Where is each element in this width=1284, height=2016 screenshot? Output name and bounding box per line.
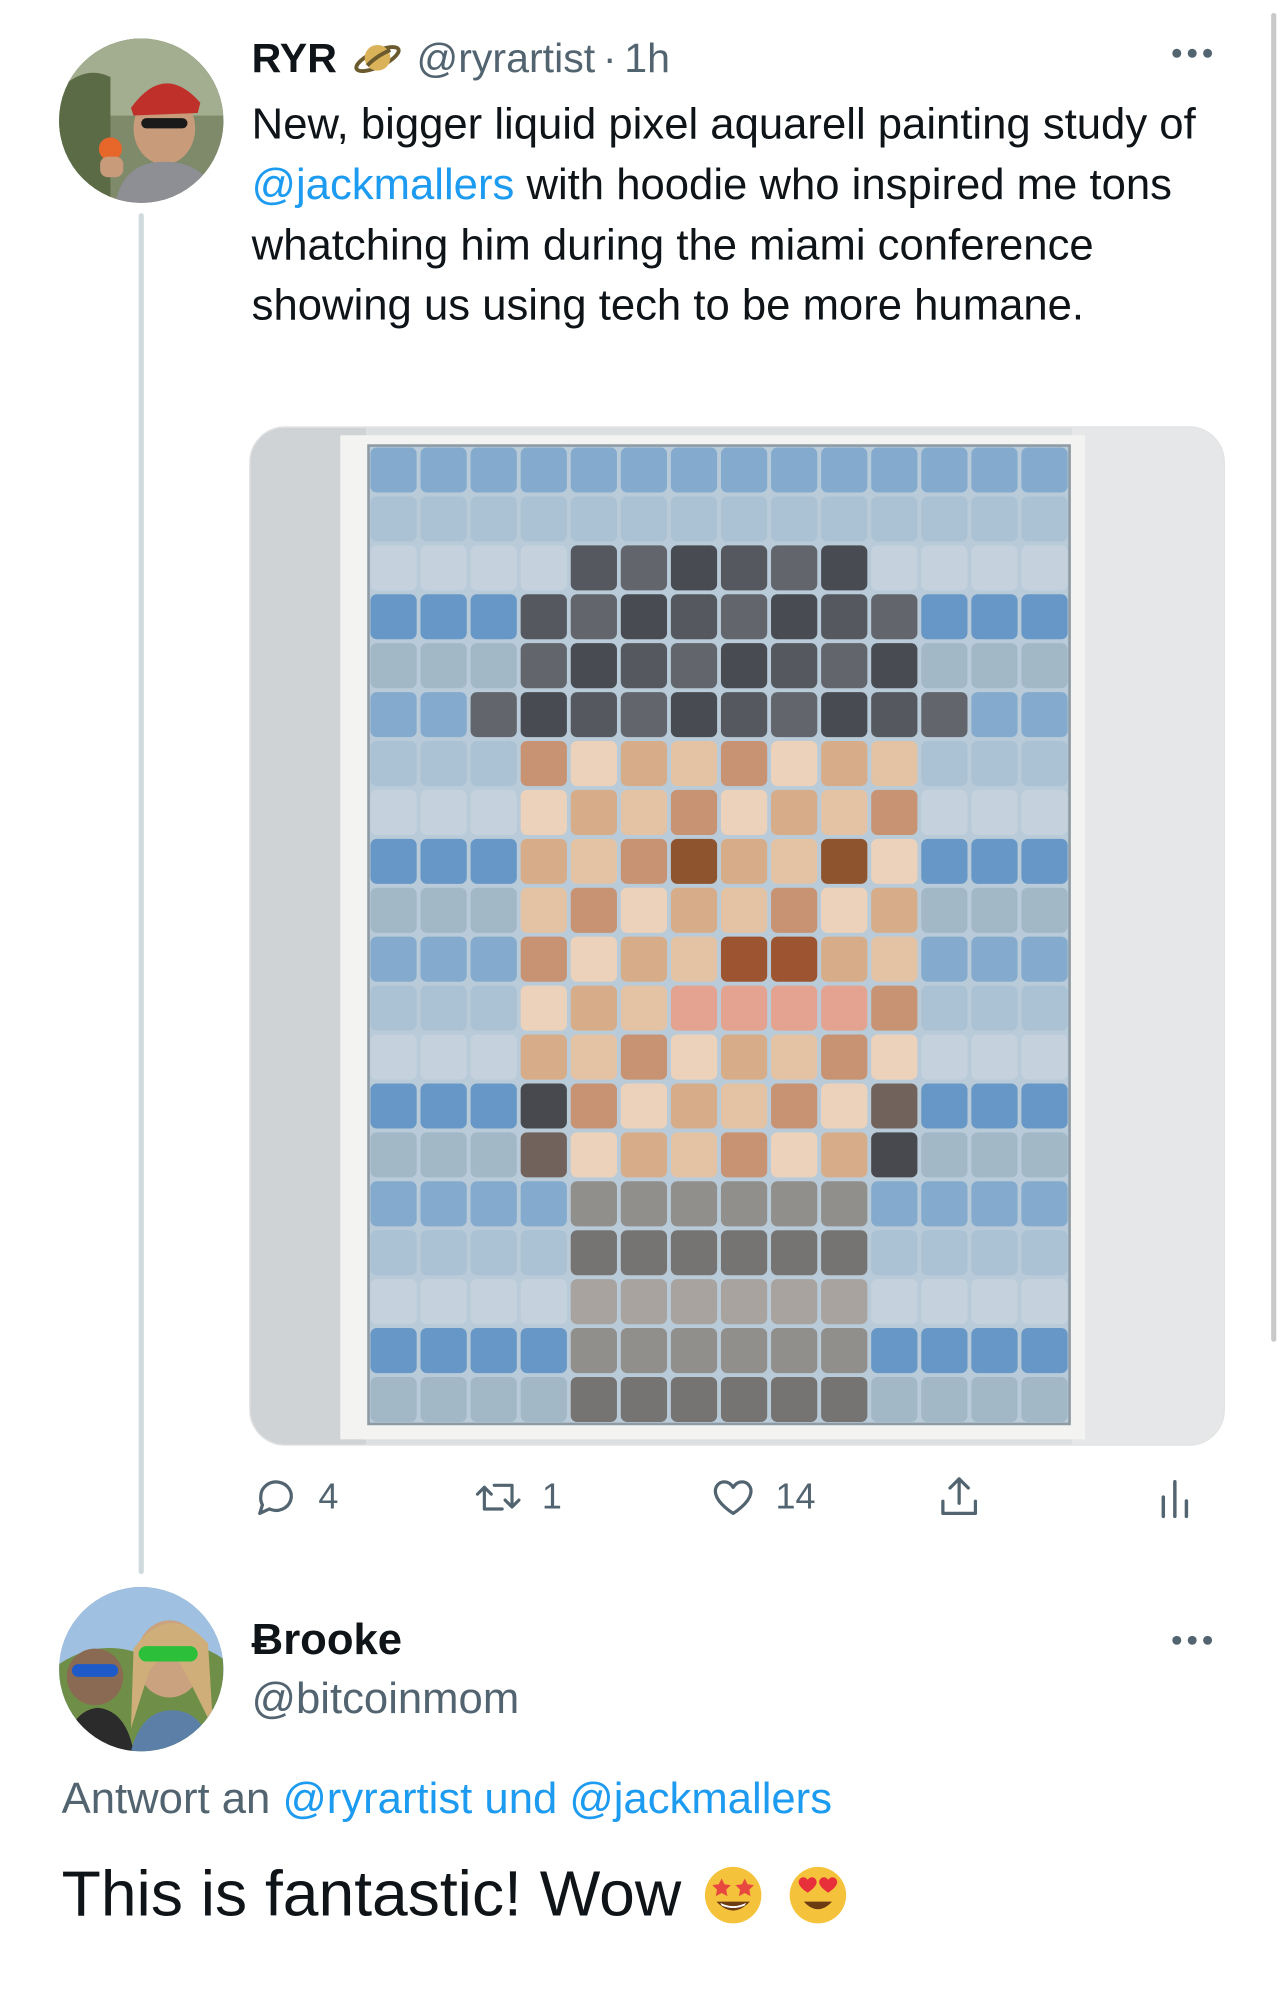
more-options-icon[interactable] [1167, 41, 1217, 65]
retweet-icon [475, 1483, 521, 1511]
replying-to-prefix: Antwort an [61, 1774, 283, 1824]
separator-dot: · [602, 34, 617, 81]
retweet-button[interactable]: 1 [473, 1471, 562, 1522]
author-avatar[interactable] [59, 38, 224, 203]
reply-button[interactable]: 4 [252, 1471, 339, 1522]
reply-count: 4 [318, 1476, 339, 1517]
share-icon [941, 1477, 978, 1516]
reply-icon [258, 1480, 293, 1516]
tweet-timestamp[interactable]: 1h [624, 34, 670, 82]
replying-to-mention-ryrartist[interactable]: @ryrartist [282, 1774, 472, 1823]
tweet-text-before: New, bigger liquid pixel aquarell painti… [251, 100, 1196, 149]
like-button[interactable]: 14 [709, 1471, 816, 1522]
author-name[interactable]: RYR [252, 34, 337, 82]
tweet-text: New, bigger liquid pixel aquarell painti… [252, 95, 1228, 336]
reply-text-body: This is fantastic! Wow [61, 1857, 682, 1930]
share-button[interactable] [935, 1471, 984, 1522]
tweet-header: RYR @ryrartist · 1h [252, 28, 670, 87]
scrollbar[interactable] [1271, 12, 1277, 1342]
star-struck-emoji-icon [699, 1861, 766, 1928]
thread-line [138, 213, 144, 1575]
analytics-button[interactable] [1156, 1471, 1195, 1522]
replying-to-line: Antwort an @ryrartist und @jackmallers [62, 1774, 832, 1824]
retweet-count: 1 [541, 1476, 562, 1517]
pixel-watercolor-portrait-image [250, 427, 1224, 1445]
ringed-planet-icon [352, 32, 403, 83]
like-count: 14 [775, 1476, 816, 1517]
tweet-media-image[interactable] [249, 426, 1225, 1446]
reply-author-name[interactable]: Ƀrooke [252, 1615, 402, 1665]
replying-to-mention-jackmallers[interactable]: @jackmallers [569, 1774, 832, 1823]
author-handle[interactable]: @ryrartist [416, 34, 595, 82]
reply-author-handle[interactable]: @bitcoinmom [252, 1674, 520, 1724]
reply-more-options-icon[interactable] [1167, 1628, 1217, 1652]
replying-to-joiner: und [472, 1774, 570, 1824]
analytics-icon [1161, 1480, 1189, 1519]
heart-icon [713, 1480, 753, 1516]
reply-text: This is fantastic! Wow [62, 1857, 851, 1931]
screen: RYR @ryrartist · 1h New, bigger liquid p… [0, 0, 1284, 2016]
mention-link[interactable]: @jackmallers [252, 161, 515, 210]
heart-eyes-emoji-icon [784, 1861, 851, 1928]
reply-author-avatar[interactable] [59, 1587, 224, 1752]
